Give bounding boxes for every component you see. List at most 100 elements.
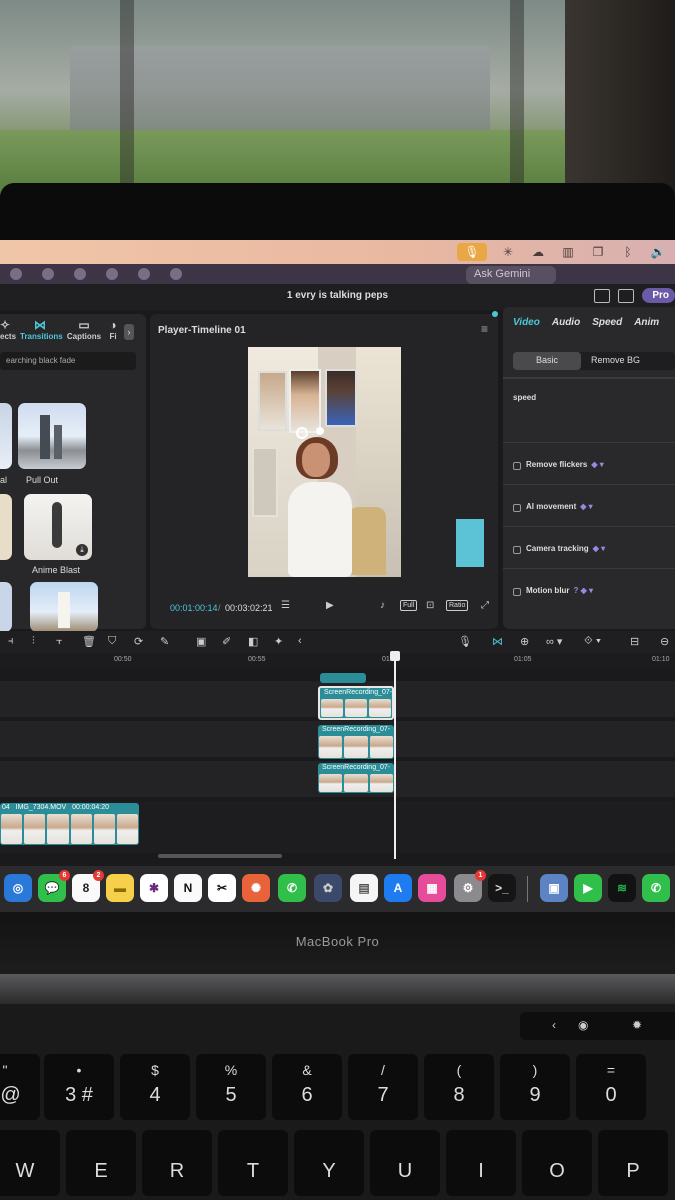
keyboard-key[interactable]: P [598,1130,668,1196]
keyboard-key[interactable]: T [218,1130,288,1196]
waveform-icon[interactable]: ☰ [281,600,290,611]
crop-icon[interactable]: ⟳ [134,635,143,648]
dock-app-preview[interactable]: ▤ [350,874,378,902]
keyboard-key[interactable]: I [446,1130,516,1196]
checkbox[interactable] [513,462,521,470]
dock-app-system-settings[interactable]: ⚙ 1 [454,870,486,902]
keyboard-key[interactable]: /7 [348,1054,418,1120]
perplexity-icon[interactable]: ✳ [499,243,517,261]
tab-favicon[interactable] [106,268,118,280]
tab-animation[interactable]: Anim [634,317,659,335]
dock-app-notes[interactable]: ▬ [106,874,134,902]
tab-favicon[interactable] [42,268,54,280]
dock-app-capcut[interactable]: ✂ [208,874,236,902]
search-input[interactable]: earching black fade [0,352,136,370]
tab-captions[interactable]: ▭ Captions [64,319,104,344]
transition-thumbnail[interactable] [0,494,12,560]
timeline-clip[interactable]: ScreenRecording_07- [318,686,394,720]
layout-toggle-icon[interactable] [594,288,611,303]
download-icon[interactable]: ⤓ [76,544,88,556]
keyboard-key[interactable]: W [0,1130,60,1196]
record-voice-icon[interactable]: 🎙 [458,635,472,648]
option-motion-blur[interactable]: Motion blur? ◆ ▾ [503,568,675,608]
tab-effects[interactable]: ✧ ects [0,319,16,344]
delete-icon[interactable]: 🗑 [82,635,96,648]
transform-handle[interactable] [296,427,308,439]
dock-app-chatgpt[interactable]: ✿ [314,874,342,902]
keyboard-key[interactable]: R [142,1130,212,1196]
dock-app-facetime[interactable]: ▶ [574,874,602,902]
checkbox[interactable] [513,588,521,596]
screens-icon[interactable]: ❐ [589,243,607,261]
transition-thumbnail[interactable] [30,582,98,632]
volume-icon[interactable]: 🔊 [649,243,667,261]
dock-app-claude[interactable]: ✺ [242,874,270,902]
segment-remove-bg[interactable]: Remove BG [581,352,650,370]
pro-badge[interactable]: Pro [642,288,675,303]
dock-app-whatsapp[interactable]: ✆ [642,874,670,902]
ai-icon[interactable]: ✦ [274,635,283,648]
transition-thumbnail[interactable] [0,582,12,632]
keyboard-key[interactable]: O [522,1130,592,1196]
keyboard-key[interactable]: U [370,1130,440,1196]
timeline-scrollbar[interactable] [158,854,282,858]
playhead-handle[interactable] [390,651,400,661]
menu-icon[interactable]: ≡ [481,322,488,336]
panel-toggle-icon[interactable] [618,288,635,303]
transition-thumbnail[interactable] [0,403,12,469]
tab-favicon[interactable] [170,268,182,280]
keyboard-key[interactable]: • 3 # [44,1054,114,1120]
keyboard-key[interactable]: (8 [424,1054,494,1120]
keyboard-key[interactable]: " 2@ [0,1054,40,1120]
tab-transitions[interactable]: ⋈ Transitions [20,319,63,344]
cloud-icon[interactable]: ☁ [529,243,547,261]
keyboard-key[interactable]: % 5 [196,1054,266,1120]
microphone-icon[interactable]: 🎙 [457,243,487,261]
option-remove-flickers[interactable]: Remove flickers ◆ ▾ [503,442,675,482]
overlay-clip-thumbnail[interactable] [325,369,357,427]
keyboard-key[interactable]: $4 [120,1054,190,1120]
dock-app-messages[interactable]: 💬 6 [38,870,70,902]
chain-icon[interactable]: ∞ ▾ [546,635,562,648]
tab-audio[interactable]: Audio [552,317,580,335]
play-icon[interactable]: ▶ [326,600,334,611]
audio-icon[interactable]: ◧ [248,635,258,648]
playhead[interactable] [390,651,400,859]
split-left-icon[interactable]: ⫞ [8,635,14,648]
layout-icon[interactable]: ▥ [559,243,577,261]
keyboard-key[interactable]: & 6 [272,1054,342,1120]
chevron-left-icon[interactable]: ‹ [552,1018,556,1032]
dock-app-safari[interactable]: ◎ [4,874,32,902]
preview-axis-icon[interactable]: ⟐ ▾ [584,635,601,648]
dock-app-calendar[interactable]: 82 [72,870,104,902]
transition-thumbnail[interactable] [18,403,86,469]
snap-icon[interactable]: ⋈ [492,635,503,648]
option-ai-movement[interactable]: AI movement ◆ ▾ [503,484,675,524]
full-button[interactable]: Full [400,600,418,611]
bluetooth-icon[interactable]: ᛒ [619,243,637,261]
dock-app-spotify[interactable]: ≋ [608,874,636,902]
mark-icon[interactable]: ⛉ [108,635,116,648]
zoom-out-icon[interactable]: ⊖ [660,635,669,648]
snapshot-icon[interactable]: ⊡ [426,600,434,611]
dock-app-slack[interactable]: ✱ [140,874,168,902]
dock-app-preview-photo[interactable]: ▣ [540,874,568,902]
tab-filters[interactable]: ◑ Fi [108,319,118,344]
keyboard-key[interactable]: = 0 [576,1054,646,1120]
video-canvas[interactable] [248,347,401,577]
tab-favicon[interactable] [10,268,22,280]
tab-favicon[interactable] [74,268,86,280]
main-video-clip[interactable]: 04 IMG_7304.MOV 00:00:04:20 [0,803,139,845]
segment-basic[interactable]: Basic [513,352,581,370]
siri-icon[interactable]: ◉ [578,1018,588,1032]
option-camera-tracking[interactable]: Camera tracking ◆ ▾ [503,526,675,566]
ask-gemini-button[interactable]: Ask Gemini [466,266,556,284]
tab-video[interactable]: Video [513,317,540,335]
split-right-icon[interactable]: ⫟ [56,635,63,648]
ratio-button[interactable]: Ratio [446,600,469,611]
timeline-clip[interactable]: ScreenRecording_07- [318,763,394,793]
tab-favicon[interactable] [138,268,150,280]
cover-icon[interactable]: ▣ [196,635,206,648]
transform-handle[interactable] [316,427,324,435]
collapse-icon[interactable]: ‹ [298,635,302,647]
